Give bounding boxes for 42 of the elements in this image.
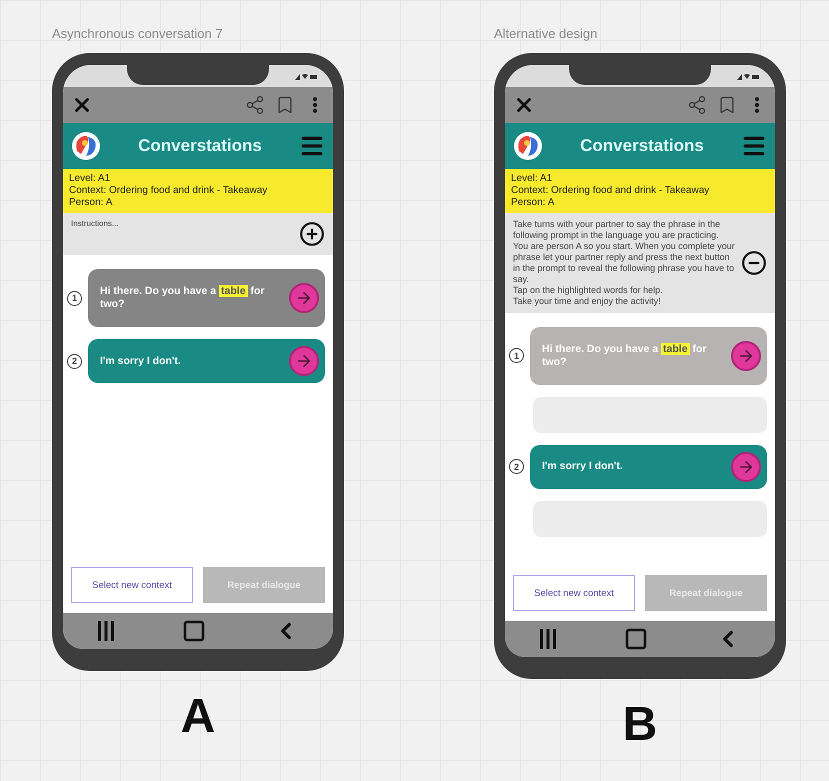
info-line: Context: Ordering food and drink - Takeaway	[511, 185, 710, 197]
next-button[interactable]	[289, 346, 319, 376]
info-line: Person: A	[511, 197, 556, 209]
instructions-text: Instructions...	[71, 219, 120, 229]
logo-icon	[513, 131, 543, 161]
arrow-right-icon	[295, 289, 313, 307]
next-button[interactable]	[731, 340, 761, 371]
message-text: I'm sorry I don't.	[100, 354, 182, 368]
home-button[interactable]	[624, 627, 648, 651]
step-number: 2	[509, 459, 524, 474]
info-line: Level: A1	[511, 173, 554, 185]
recent-apps-button[interactable]	[538, 628, 557, 650]
variant-letter: B	[622, 701, 658, 749]
message-text: I'm sorry I don't.	[542, 460, 624, 474]
action-button[interactable]: Select new context	[513, 575, 635, 611]
info-line: Level: A1	[69, 173, 112, 185]
message-text: Hi there. Do you have a table for two?	[100, 285, 266, 311]
step-number: 1	[67, 290, 82, 306]
message-text: Hi there. Do you have a table for two?	[542, 342, 708, 369]
info-line: Context: Ordering food and drink - Takeaway	[69, 185, 268, 197]
logo-icon	[71, 131, 101, 161]
instructions-text: Take turns with your partner to say the phrase in the following prompt in the language you are practicing. You are person A so you start. When you complete your phrase let your partner reply and press the next button in the prompt to reveal the following phrase you have to say. Tap on the highlighted words for help. Take your time and enjoy the activity!	[513, 219, 735, 307]
share-icon[interactable]	[687, 95, 707, 115]
expand-button[interactable]	[299, 221, 325, 247]
status-icons	[295, 72, 317, 80]
info-line: Person: A	[69, 197, 114, 209]
next-button[interactable]	[731, 452, 761, 482]
arrow-right-icon	[295, 352, 313, 370]
app-title: Converstations	[137, 136, 263, 156]
app-title: Converstations	[579, 136, 705, 156]
action-button[interactable]: Select new context	[71, 567, 193, 603]
next-button[interactable]	[289, 283, 319, 313]
collapse-button[interactable]	[741, 250, 767, 276]
step-number: 2	[67, 354, 82, 368]
screen-caption: Asynchronous conversation 7	[52, 26, 223, 41]
home-button[interactable]	[182, 619, 206, 643]
status-icons	[737, 72, 759, 80]
recent-apps-button[interactable]	[96, 620, 115, 642]
step-number: 1	[509, 348, 524, 364]
screen-caption: Alternative design	[494, 26, 598, 41]
share-icon[interactable]	[245, 95, 265, 115]
variant-letter: A	[180, 693, 216, 741]
